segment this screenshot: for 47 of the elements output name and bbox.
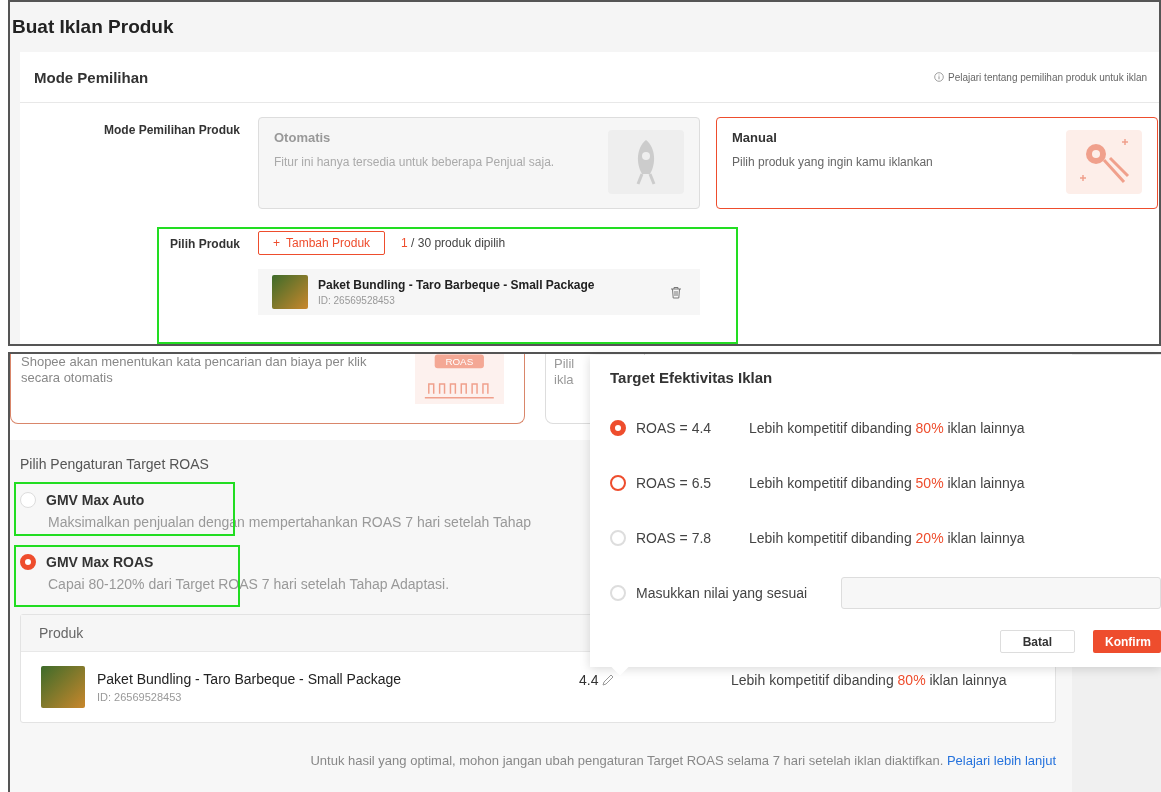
help-link[interactable]: Pelajari tentang pemilihan produk untuk iklan: [948, 71, 1147, 83]
option-label: ROAS = 7.8: [636, 529, 713, 546]
add-product-button[interactable]: + Tambah Produk: [258, 231, 386, 255]
field-label: Pilih Produk: [169, 236, 241, 253]
page-title: Buat Iklan Produk: [11, 15, 175, 39]
section-label: Pilih Pengaturan Target ROAS: [20, 456, 209, 472]
option-title: GMV Max Auto: [46, 492, 145, 508]
product-name: Paket Bundling - Taro Barbeque - Small Package: [318, 278, 596, 292]
selected-count: 1 / 30 produk dipilih: [401, 236, 506, 250]
roas-value: 4.4: [579, 672, 599, 688]
mode-title: Manual: [732, 130, 778, 145]
comparison-text: Lebih kompetitif dibanding 80% iklan lainnya: [731, 672, 1007, 688]
card-description: Shopee akan menentukan kata pencarian dan biaya per klik secara otomatis: [21, 354, 368, 387]
roas-label: ROAS: [445, 356, 474, 368]
radio-button[interactable]: [610, 474, 626, 491]
pencil-icon[interactable]: [601, 673, 616, 687]
info-icon: [934, 72, 944, 82]
footer-note: Untuk hasil yang optimal, mohon jangan ubah pengaturan Target ROAS selama 7 hari setelah iklan diaktifkan. Pelajari lebih lanjut: [309, 752, 1057, 768]
comparison-text: Lebih kompetitif dibanding 20% iklan lainnya: [749, 529, 1025, 546]
option-label: Masukkan nilai yang sesuai: [636, 584, 808, 601]
popup-title: Target Efektivitas Iklan: [610, 369, 774, 386]
cancel-button[interactable]: Batal: [999, 630, 1075, 653]
product-photo: [272, 275, 308, 309]
mode-option-card[interactable]: Manual Pilih produk yang ingin kamu iklankan: [716, 117, 1158, 209]
radio-button[interactable]: [610, 419, 626, 436]
section-title: Mode Pemilihan: [34, 68, 149, 86]
option-label: ROAS = 6.5: [636, 474, 713, 491]
product-name: Paket Bundling - Taro Barbeque - Small Package: [97, 671, 403, 687]
comparison-text: Lebih kompetitif dibanding 50% iklan lainnya: [749, 474, 1025, 491]
product-id: ID: 26569528453: [97, 691, 183, 703]
mode-description: Fitur ini hanya tersedia untuk beberapa Penjual saja.: [274, 155, 555, 169]
trash-icon[interactable]: [670, 285, 682, 299]
option-title: GMV Max ROAS: [46, 554, 154, 570]
field-label: Mode Pemilihan Produk: [102, 122, 241, 139]
product-id: ID: 26569528453: [318, 295, 396, 306]
mode-title: Otomatis: [274, 130, 332, 145]
radio-button[interactable]: [20, 554, 36, 570]
comparison-text: Lebih kompetitif dibanding 80% iklan lainnya: [749, 419, 1025, 436]
rocket-icon: [608, 130, 684, 194]
confirm-button[interactable]: Konfirm: [1093, 630, 1161, 653]
strategy-card[interactable]: Shopee akan menentukan kata pencarian dan biaya per klik secara otomatis ROAS: [10, 354, 525, 424]
product-photo: [41, 666, 85, 708]
option-label: ROAS = 4.4: [636, 419, 713, 436]
card-description: Pilil ikla: [554, 356, 575, 389]
learn-more-link[interactable]: Pelajari lebih lanjut: [946, 753, 1056, 768]
input-field[interactable]: [841, 576, 1161, 609]
mode-description: Pilih produk yang ingin kamu iklankan: [732, 155, 933, 169]
